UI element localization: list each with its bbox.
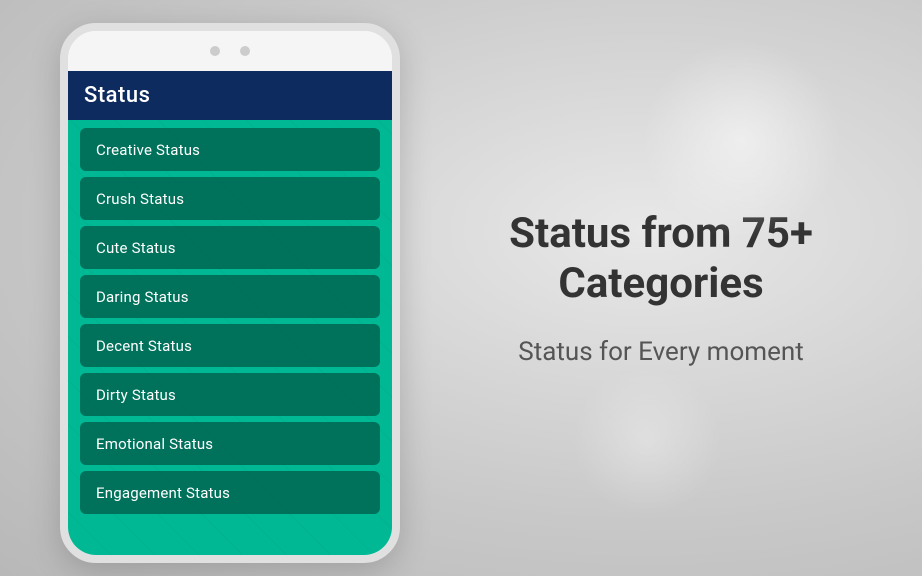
menu-item-label-engagement: Engagement Status bbox=[96, 484, 230, 502]
right-panel: Status from 75+ Categories Status for Ev… bbox=[400, 169, 922, 408]
menu-item-cute[interactable]: Cute Status bbox=[80, 226, 380, 269]
menu-list: Creative Status Crush Status Cute Status Da… bbox=[68, 120, 392, 522]
menu-item-label-emotional: Emotional Status bbox=[96, 435, 213, 453]
phone-top-bar bbox=[68, 31, 392, 71]
menu-item-dirty[interactable]: Dirty Status bbox=[80, 373, 380, 416]
menu-item-daring[interactable]: Daring Status bbox=[80, 275, 380, 318]
tagline-sub: Status for Every moment bbox=[518, 337, 803, 367]
menu-item-label-daring: Daring Status bbox=[96, 288, 189, 306]
menu-item-label-crush: Crush Status bbox=[96, 190, 184, 208]
phone-mockup: Status Creative Status Crush Status Cute S… bbox=[60, 23, 400, 563]
phone-screen: Status Creative Status Crush Status Cute S… bbox=[68, 71, 392, 555]
menu-item-label-dirty: Dirty Status bbox=[96, 386, 176, 404]
menu-item-decent[interactable]: Decent Status bbox=[80, 324, 380, 367]
app-title: Status bbox=[84, 83, 150, 108]
menu-item-label-creative: Creative Status bbox=[96, 141, 200, 159]
menu-item-emotional[interactable]: Emotional Status bbox=[80, 422, 380, 465]
menu-item-engagement[interactable]: Engagement Status bbox=[80, 471, 380, 514]
tagline-main: Status from 75+ Categories bbox=[440, 209, 882, 310]
menu-item-label-decent: Decent Status bbox=[96, 337, 192, 355]
phone-frame: Status Creative Status Crush Status Cute S… bbox=[60, 23, 400, 563]
phone-speaker bbox=[240, 46, 250, 56]
menu-item-creative[interactable]: Creative Status bbox=[80, 128, 380, 171]
menu-item-crush[interactable]: Crush Status bbox=[80, 177, 380, 220]
app-header: Status bbox=[68, 71, 392, 120]
phone-camera bbox=[210, 46, 220, 56]
menu-item-label-cute: Cute Status bbox=[96, 239, 176, 257]
